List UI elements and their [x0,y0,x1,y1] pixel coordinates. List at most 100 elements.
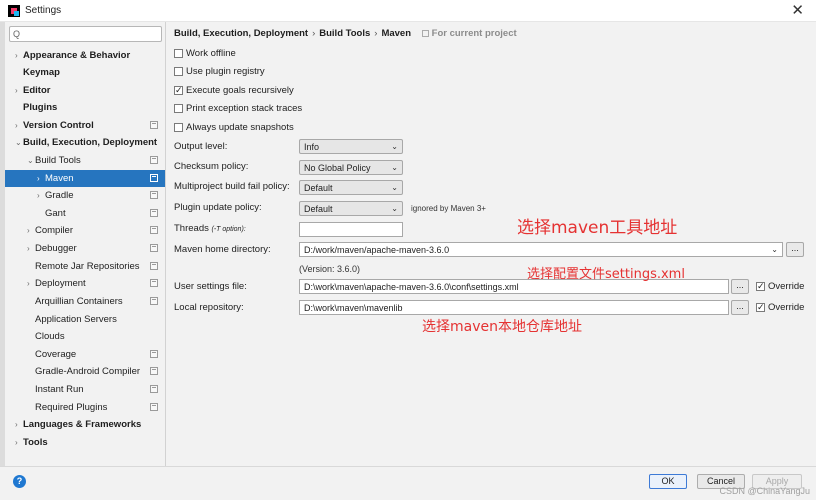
checkbox-box[interactable] [756,301,765,315]
sidebar-item-coverage[interactable]: Coverage [5,346,165,363]
for-current-project-note: For current project [421,28,517,39]
breadcrumb-build-execution: Build, Execution, Deployment [174,28,309,39]
output-level-label: Output level: [174,141,228,152]
sidebar-item-gradle-android-compiler[interactable]: Gradle-Android Compiler [5,363,165,380]
chevron-down-icon: ⌄ [391,183,398,192]
annotation-maven-home: 选择maven工具地址 [517,218,678,238]
breadcrumb: Build, Execution, Deployment › Build Tools… [174,28,517,42]
sidebar-item-build-execution-deployment[interactable]: ⌄ Build, Execution, Deployment [5,134,165,151]
checkbox-box[interactable] [756,280,765,294]
plugin-update-policy-dropdown[interactable]: Default ⌄ [299,201,403,216]
checkbox-label: Print exception stack traces [186,103,303,114]
checksum-policy-dropdown[interactable]: No Global Policy ⌄ [299,160,403,175]
chevron-down-icon: ⌄ [391,163,398,172]
sidebar-item-label: Tools [23,437,48,448]
sidebar-item-keymap[interactable]: Keymap [5,64,165,81]
chevron-right-icon[interactable]: › [27,275,30,292]
sidebar-item-gant[interactable]: Gant [5,205,165,222]
sidebar-item-editor[interactable]: › Editor [5,82,165,99]
help-icon[interactable]: ? [13,475,26,488]
output-level-dropdown[interactable]: Info ⌄ [299,139,403,154]
maven-home-value: D:/work/maven/apache-maven-3.6.0 [304,245,450,255]
threads-label: Threads (-T option): [174,222,246,236]
project-scope-icon [150,297,158,305]
sidebar-item-debugger[interactable]: › Debugger [5,240,165,257]
sidebar-item-label: Languages & Frameworks [23,419,142,430]
chevron-right-icon[interactable]: › [15,416,18,433]
breadcrumb-separator: › [374,28,378,39]
maven-settings-panel: Build, Execution, Deployment › Build Tools… [166,22,816,466]
close-icon[interactable]: ✕ [791,2,804,20]
sidebar-item-plugins[interactable]: Plugins [5,99,165,116]
settings-sidebar: Q › Appearance & Behavior Keymap › Editor Plu… [5,22,166,466]
project-scope-icon [150,244,158,252]
project-scope-icon [150,367,158,375]
chevron-right-icon[interactable]: › [37,170,40,187]
dropdown-value: Default [304,204,333,214]
maven-home-browse-button[interactable]: ... [786,242,804,257]
ok-button[interactable]: OK [649,474,687,489]
sidebar-item-required-plugins[interactable]: Required Plugins [5,399,165,416]
chevron-right-icon[interactable]: › [15,434,18,451]
maven-home-label: Maven home directory: [174,244,271,255]
sidebar-item-tools[interactable]: › Tools [5,434,165,451]
title-bar: Settings ✕ [0,0,816,22]
breadcrumb-separator: › [312,28,316,39]
sidebar-item-version-control[interactable]: › Version Control [5,117,165,134]
threads-label-text: Threads [174,223,209,234]
sidebar-item-clouds[interactable]: Clouds [5,328,165,345]
multiproject-fail-policy-dropdown[interactable]: Default ⌄ [299,180,403,195]
checkbox-box[interactable] [174,123,183,132]
sidebar-item-label: Application Servers [35,314,117,325]
dropdown-value: No Global Policy [304,163,371,173]
chevron-down-icon: ⌄ [391,204,398,213]
project-scope-icon [150,209,158,217]
csdn-watermark: CSDN @ChinaYangJu [719,486,810,496]
sidebar-item-maven[interactable]: › Maven [5,170,165,187]
search-icon: Q [13,29,21,39]
sidebar-item-label: Version Control [23,120,94,131]
sidebar-item-deployment[interactable]: › Deployment [5,275,165,292]
sidebar-item-remote-jar-repositories[interactable]: Remote Jar Repositories [5,258,165,275]
chevron-down-icon[interactable]: ⌄ [27,152,34,169]
chevron-down-icon: ⌄ [391,142,398,151]
local-repository-input[interactable]: D:\work\maven\mavenlib [299,300,729,315]
settings-search-box[interactable]: Q [9,26,162,42]
sidebar-item-appearance-behavior[interactable]: › Appearance & Behavior [5,47,165,64]
sidebar-item-label: Gradle [45,190,74,201]
chevron-down-icon: ⌄ [771,245,778,254]
plugin-update-policy-label: Plugin update policy: [174,202,262,213]
checkbox-label: Override [768,281,805,292]
threads-input[interactable] [299,222,403,237]
sidebar-item-label: Maven [45,173,74,184]
chevron-right-icon[interactable]: › [15,82,18,99]
settings-search-input[interactable] [26,28,158,40]
user-settings-browse-button[interactable]: ... [731,279,749,294]
checkbox-box[interactable] [174,84,183,98]
sidebar-item-instant-run[interactable]: Instant Run [5,381,165,398]
checkbox-box[interactable] [174,67,183,76]
sidebar-item-compiler[interactable]: › Compiler [5,222,165,239]
sidebar-item-application-servers[interactable]: Application Servers [5,311,165,328]
project-scope-icon [150,262,158,270]
chevron-right-icon[interactable]: › [15,117,18,134]
chevron-down-icon[interactable]: ⌄ [15,134,22,151]
maven-home-combo[interactable]: D:/work/maven/apache-maven-3.6.0 ⌄ [299,242,783,257]
chevron-right-icon[interactable]: › [27,240,30,257]
sidebar-item-arquillian-containers[interactable]: Arquillian Containers [5,293,165,310]
local-repository-browse-button[interactable]: ... [731,300,749,315]
checkbox-box[interactable] [174,104,183,113]
chevron-right-icon[interactable]: › [15,47,18,64]
sidebar-item-label: Gant [45,208,66,219]
sidebar-item-build-tools[interactable]: ⌄ Build Tools [5,152,165,169]
sidebar-item-gradle[interactable]: › Gradle [5,187,165,204]
scope-note-text: For current project [431,28,517,39]
checkbox-box[interactable] [174,49,183,58]
chevron-right-icon[interactable]: › [27,222,30,239]
checkbox-label: Execute goals recursively [186,85,294,96]
dialog-footer: ? OK Cancel Apply CSDN @ChinaYangJu [0,466,816,500]
threads-hint: (-T option): [211,226,246,233]
sidebar-item-label: Deployment [35,278,86,289]
sidebar-item-languages-frameworks[interactable]: › Languages & Frameworks [5,416,165,433]
chevron-right-icon[interactable]: › [37,187,40,204]
